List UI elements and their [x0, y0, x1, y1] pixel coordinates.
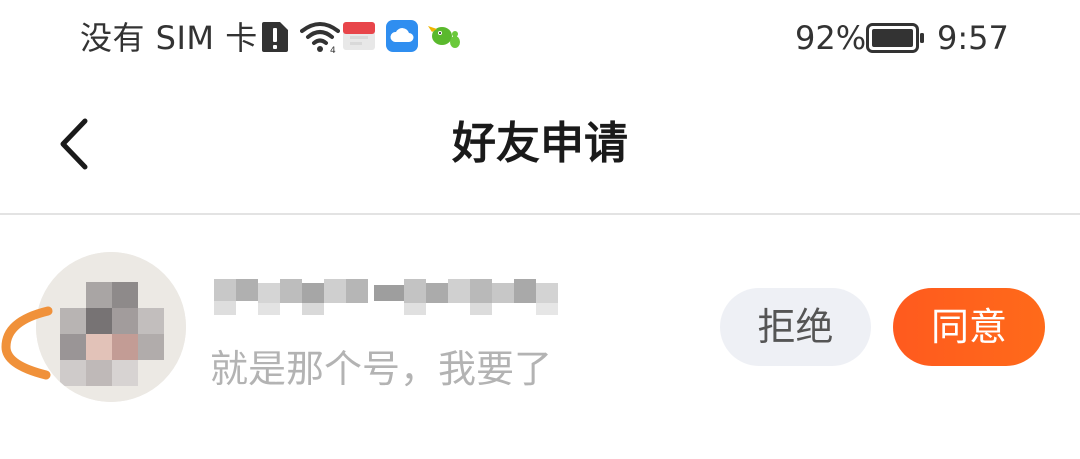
clock: 9:57 [937, 19, 1009, 57]
wifi-icon: 4 [300, 22, 340, 54]
alert-icon [262, 22, 288, 52]
battery-icon [866, 23, 924, 53]
battery-percent: 92% [795, 19, 867, 57]
reject-button[interactable]: 拒绝 [720, 288, 871, 366]
navigation-bar: 好友申请 [0, 76, 1080, 214]
svg-text:4: 4 [330, 46, 336, 54]
accept-button[interactable]: 同意 [893, 288, 1045, 366]
avatar-frame-ring [1, 306, 53, 380]
app-notification-red-icon [343, 22, 375, 50]
nickname-pixelated [200, 271, 600, 319]
cloud-app-icon [386, 20, 418, 52]
request-message: 就是那个号，我要了 [210, 347, 553, 391]
friend-request-screen: 没有 SIM 卡 4 92% 9:57 好友申请 就是那个号，我要了 拒绝 同意 [0, 0, 1080, 459]
bird-app-icon [428, 26, 460, 48]
status-bar: 没有 SIM 卡 4 92% 9:57 [0, 0, 1080, 76]
page-title: 好友申请 [452, 118, 628, 169]
carrier-label: 没有 SIM 卡 [80, 19, 258, 57]
friend-request-item[interactable]: 就是那个号，我要了 拒绝 同意 [0, 215, 1080, 459]
